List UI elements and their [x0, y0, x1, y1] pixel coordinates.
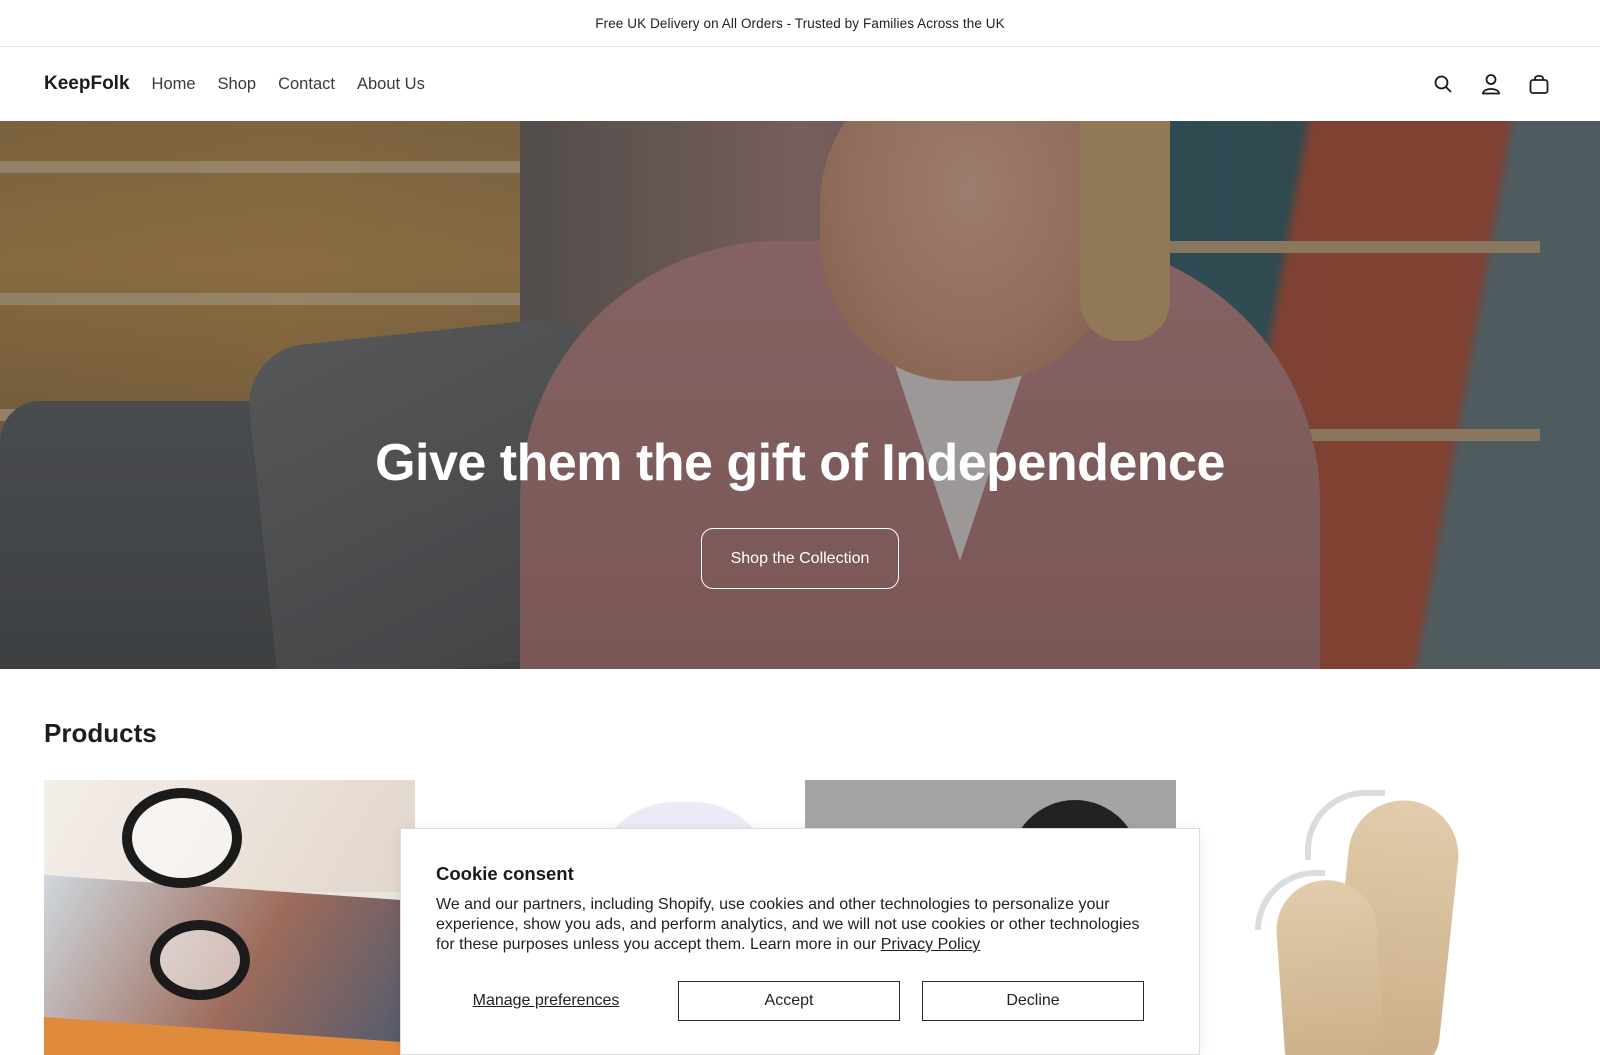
cookie-body: We and our partners, including Shopify, … [436, 896, 1140, 953]
shop-collection-button[interactable]: Shop the Collection [701, 528, 899, 589]
logo[interactable]: KeepFolk [44, 73, 130, 95]
hero-title: Give them the gift of Independence [375, 434, 1225, 492]
products-heading: Products [44, 718, 157, 748]
nav-shop[interactable]: Shop [218, 75, 257, 94]
cookie-consent-dialog: Cookie consent We and our partners, incl… [400, 828, 1200, 1055]
header-icons [1432, 73, 1556, 95]
magnifier-image-2 [150, 920, 250, 1000]
product-card-hearing-aid[interactable] [1185, 780, 1556, 1055]
hero-banner: Give them the gift of Independence Shop … [0, 121, 1600, 669]
account-icon[interactable] [1480, 73, 1502, 95]
nav-home[interactable]: Home [152, 75, 196, 94]
cookie-title: Cookie consent [436, 863, 574, 884]
manage-preferences-link[interactable]: Manage preferences [436, 981, 656, 1021]
nav-about-us[interactable]: About Us [357, 75, 425, 94]
magnifier-image [122, 788, 242, 888]
cart-icon[interactable] [1528, 73, 1550, 95]
cookie-actions: Manage preferences Accept Decline [436, 981, 1156, 1021]
nav-contact[interactable]: Contact [278, 75, 335, 94]
decline-button[interactable]: Decline [922, 981, 1144, 1021]
cookie-text: We and our partners, including Shopify, … [436, 895, 1156, 955]
search-icon[interactable] [1432, 73, 1454, 95]
privacy-policy-link[interactable]: Privacy Policy [881, 936, 981, 953]
main-nav: Home Shop Contact About Us [152, 75, 425, 94]
accept-button[interactable]: Accept [678, 981, 900, 1021]
announcement-text: Free UK Delivery on All Orders - Trusted… [595, 15, 1005, 31]
announcement-bar: Free UK Delivery on All Orders - Trusted… [0, 0, 1600, 47]
site-header: KeepFolk Home Shop Contact About Us [0, 47, 1600, 121]
product-card-magnifier[interactable] [44, 780, 415, 1055]
